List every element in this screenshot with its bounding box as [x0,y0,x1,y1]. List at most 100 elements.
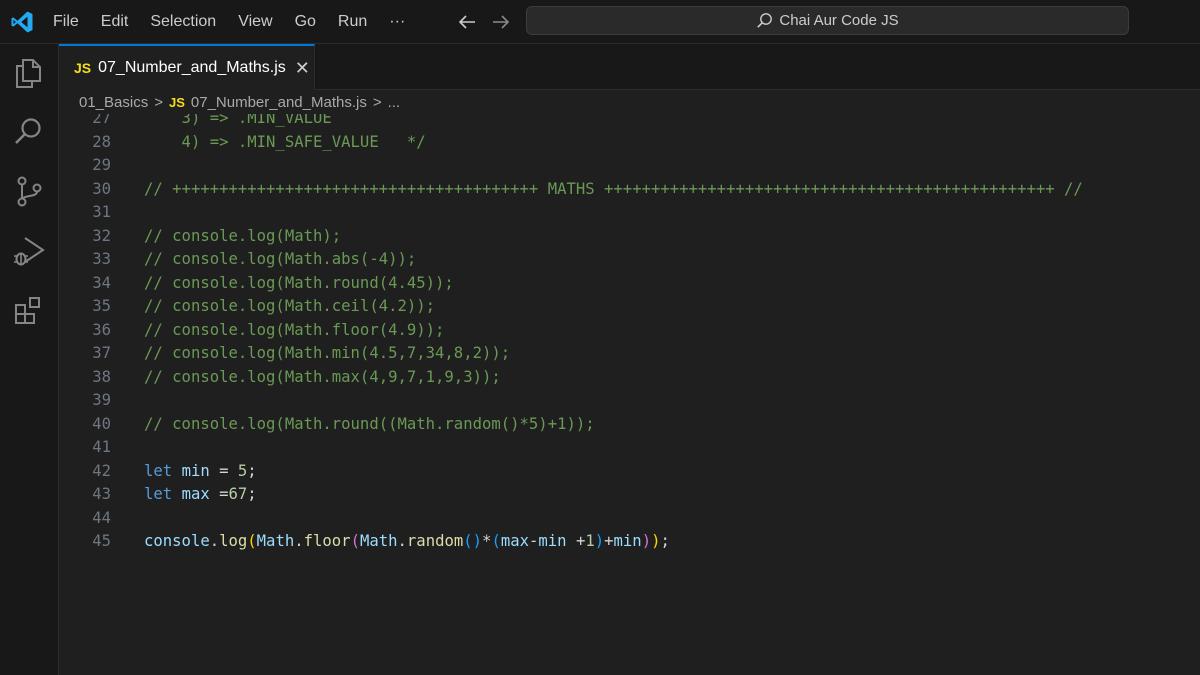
code-line[interactable]: 39 [59,389,1200,413]
code-line[interactable]: 42 let min = 5; [59,460,1200,484]
line-number: 33 [92,250,111,268]
code-line[interactable]: 33 // console.log(Math.abs(-4)); [59,248,1200,272]
line-code: 3) => .MIN_VALUE [144,114,332,131]
code-token: min [181,461,210,480]
line-code: // console.log(Math.round((Math.random()… [144,413,595,437]
breadcrumb-file[interactable]: 07_Number_and_Maths.js [191,94,367,111]
close-icon[interactable]: ✕ [295,58,310,79]
js-file-icon: JS [74,60,92,76]
code-line[interactable]: 35 // console.log(Math.ceil(4.2)); [59,295,1200,319]
line-code: // console.log(Math.round(4.45)); [144,272,454,296]
line-code: 4) => .MIN_SAFE_VALUE */ [144,131,426,155]
code-token: max [500,532,529,550]
vscode-logo-icon[interactable] [10,10,34,34]
breadcrumb-symbol[interactable]: ... [388,94,401,111]
breadcrumb-folder[interactable]: 01_Basics [79,94,148,111]
code-token: log [219,532,248,550]
line-code: // console.log(Math.floor(4.9)); [144,319,444,343]
line-number: 35 [92,297,111,315]
code-token: ( [350,532,360,550]
line-number: 31 [92,203,111,221]
line-code: // console.log(Math.max(4,9,7,1,9,3)); [144,366,501,390]
tab-07-number-and-maths[interactable]: JS 07_Number_and_Maths.js ✕ [59,44,315,90]
code-token: // console.log(Math.min(4.5,7,34,8,2)); [144,344,511,362]
code-line[interactable]: 36 // console.log(Math.floor(4.9)); [59,319,1200,343]
code-token: // console.log(Math.max(4,9,7,1,9,3)); [144,367,501,386]
line-number: 37 [92,344,111,362]
tab-label: 07_Number_and_Maths.js [98,59,286,76]
code-token: ; [247,461,257,480]
run-debug-icon[interactable] [12,234,46,268]
code-line[interactable]: 29 [59,154,1200,178]
code-line[interactable]: 41 [59,436,1200,460]
tab-bar: JS 07_Number_and_Maths.js ✕ [59,44,1200,90]
forward-arrow-icon[interactable] [489,10,513,34]
code-line[interactable]: 32 // console.log(Math); [59,225,1200,249]
code-line[interactable]: 37 // console.log(Math.min(4.5,7,34,8,2))… [59,342,1200,366]
chevron-right-icon: > [372,93,382,111]
command-center-search[interactable]: Chai Aur Code JS [526,6,1129,35]
code-token: ; [660,532,670,550]
line-number: 42 [92,461,111,480]
extensions-icon[interactable] [12,294,46,328]
line-number: 32 [92,226,111,245]
code-token: ; [247,485,257,503]
code-line[interactable]: 44 [59,507,1200,531]
source-control-icon[interactable] [12,174,46,208]
line-number: 41 [92,438,111,456]
menu-edit[interactable]: Edit [90,0,140,44]
code-token: // console.log(Math.round((Math.random()… [144,414,595,433]
line-number: 45 [92,532,111,550]
activity-bar [0,44,59,675]
code-line[interactable]: 34 // console.log(Math.round(4.45)); [59,272,1200,296]
line-number: 30 [92,179,111,198]
line-code: let min = 5; [144,460,257,484]
code-line[interactable]: 27 3) => .MIN_VALUE [59,114,1200,131]
code-line[interactable]: 31 [59,201,1200,225]
back-arrow-icon[interactable] [455,10,479,34]
title-bar: File Edit Selection View Go Run ··· Chai… [0,0,1200,44]
explorer-icon[interactable] [12,56,46,90]
line-number: 43 [92,485,111,503]
search-label: Chai Aur Code JS [779,12,899,29]
code-line[interactable]: 45 console.log(Math.floor(Math.random()*(… [59,530,1200,554]
line-number: 40 [92,414,111,433]
line-number: 34 [92,273,111,292]
code-token: let [144,461,173,480]
code-token: floor [303,532,351,550]
line-code: console.log(Math.floor(Math.random()*(ma… [144,530,670,554]
menu-run[interactable]: Run [327,0,378,44]
code-token: min [538,532,567,550]
line-number: 28 [92,132,111,151]
code-token: min [613,532,642,550]
code-token: random [406,532,464,550]
code-line[interactable]: 43 let max =67; [59,483,1200,507]
code-token: 67 [228,485,248,503]
menu-file[interactable]: File [42,0,90,44]
code-line[interactable]: 28 4) => .MIN_SAFE_VALUE */ [59,131,1200,155]
code-editor[interactable]: 27 3) => .MIN_VALUE 28 4) => .MIN_SAFE_VA… [59,114,1200,675]
breadcrumb: 01_Basics > JS 07_Number_and_Maths.js > … [59,90,1200,114]
code-token: () [463,532,483,550]
menu-more[interactable]: ··· [378,0,416,44]
code-token: ) [641,532,652,550]
code-token: // console.log(Math.floor(4.9)); [144,320,445,339]
search-icon[interactable] [12,114,46,148]
line-number: 27 [92,114,111,127]
menu-view[interactable]: View [227,0,283,44]
code-token: // +++++++++++++++++++++++++++++++++++++… [144,179,1083,198]
code-token: Math [359,532,398,550]
line-code: // console.log(Math.abs(-4)); [144,248,416,272]
menu-go[interactable]: Go [284,0,327,44]
code-token: console [144,532,210,550]
code-token: 5 [237,461,248,480]
code-token: 4) => .MIN_SAFE_VALUE */ [144,132,426,151]
code-line[interactable]: 40 // console.log(Math.round((Math.random… [59,413,1200,437]
code-line[interactable]: 38 // console.log(Math.max(4,9,7,1,9,3)); [59,366,1200,390]
js-file-icon: JS [168,94,185,110]
menu-selection[interactable]: Selection [139,0,227,44]
code-line[interactable]: 30 // +++++++++++++++++++++++++++++++++++… [59,178,1200,202]
code-token: ) [594,532,605,550]
